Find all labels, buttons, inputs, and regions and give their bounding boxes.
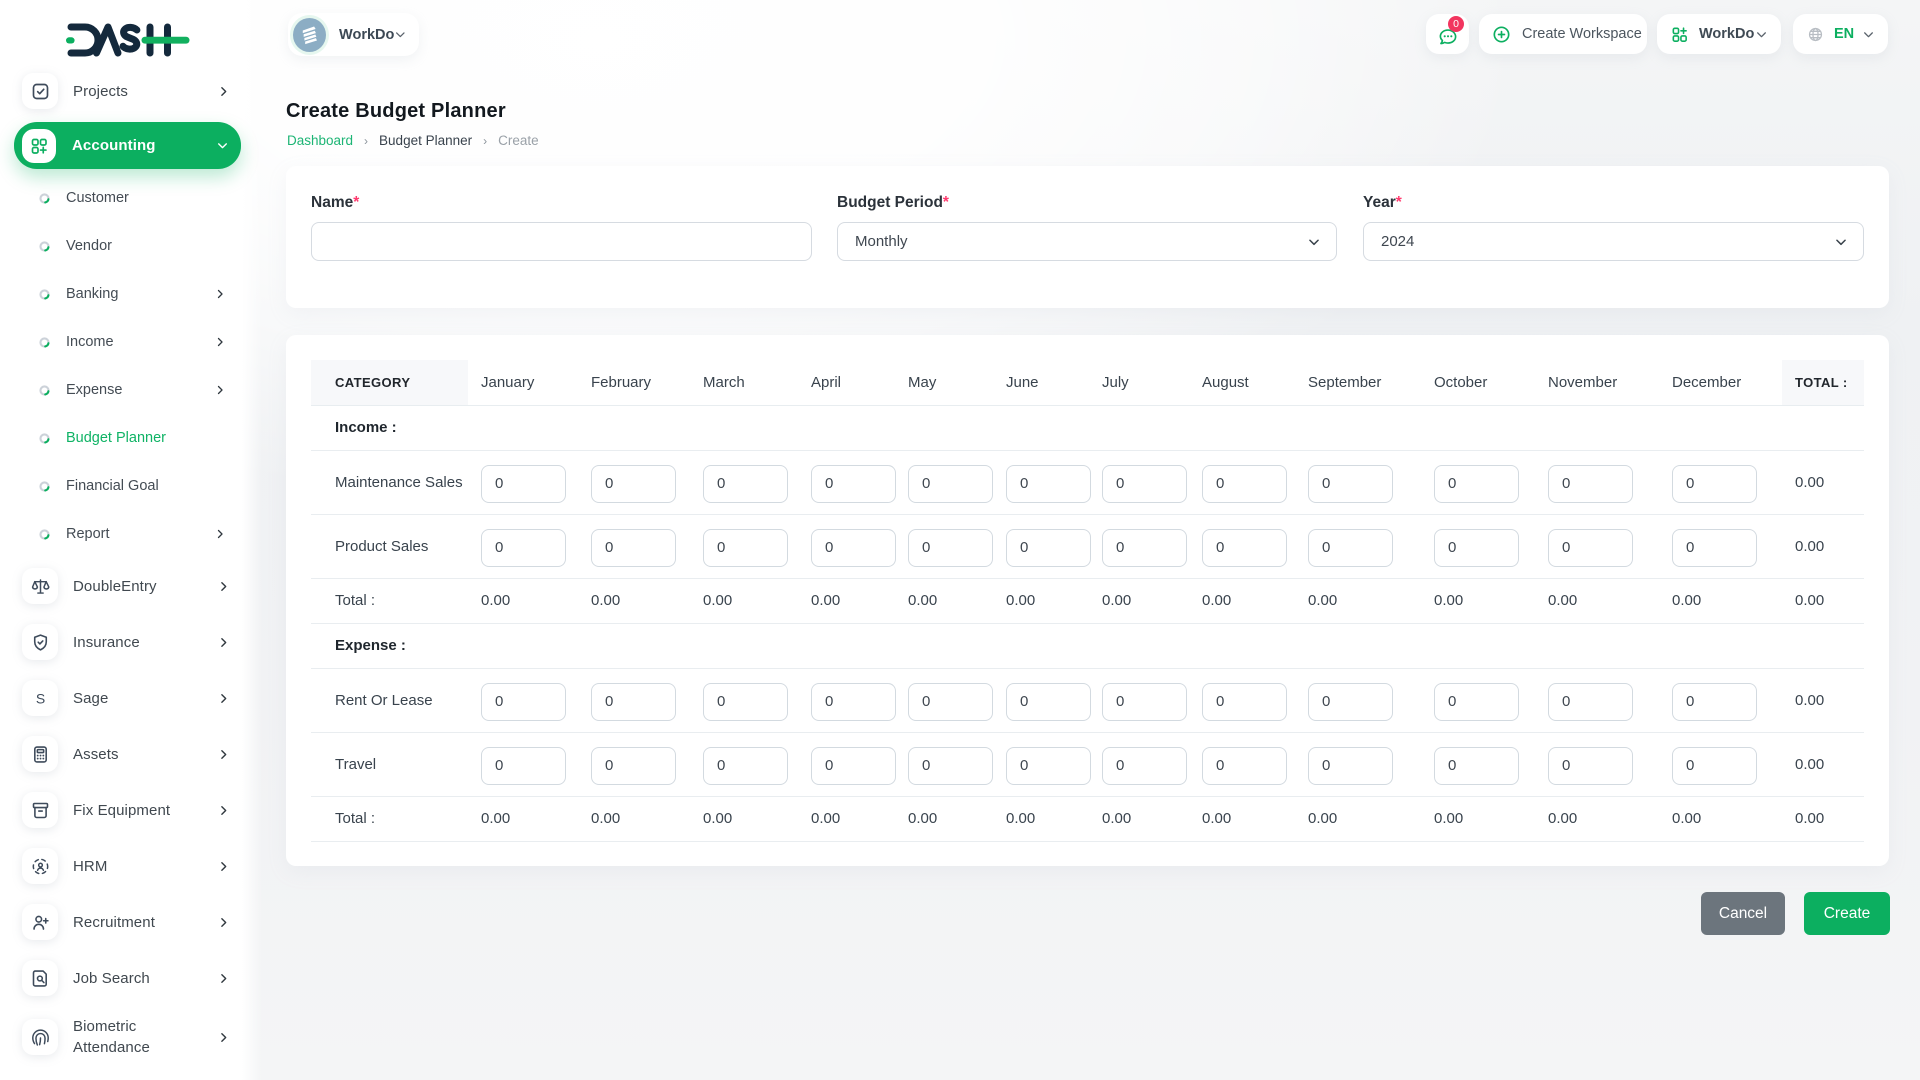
svg-text:S: S bbox=[35, 690, 44, 706]
